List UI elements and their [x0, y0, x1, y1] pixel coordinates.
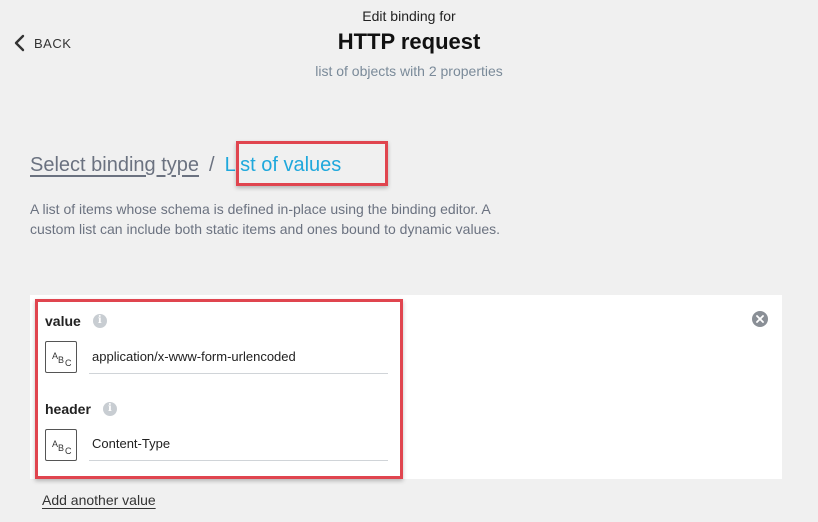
breadcrumb-separator: /: [209, 153, 215, 176]
remove-item-icon[interactable]: [752, 311, 768, 327]
breadcrumb-current: List of values: [224, 153, 342, 176]
header-field[interactable]: [89, 427, 388, 461]
field-label-text: value: [45, 313, 81, 329]
header: BACK Edit binding for HTTP request list …: [0, 0, 818, 100]
select-binding-type-link[interactable]: Select binding type: [30, 154, 199, 177]
value-field[interactable]: [89, 340, 388, 374]
add-another-value-link[interactable]: Add another value: [42, 492, 156, 508]
breadcrumb: Select binding type / List of values: [30, 150, 341, 180]
field-label-value: value i: [45, 313, 107, 329]
edit-binding-subtitle: Edit binding for: [362, 8, 456, 24]
field-label-header: header i: [45, 401, 117, 417]
info-icon[interactable]: i: [92, 314, 107, 328]
page-title: HTTP request: [337, 29, 481, 54]
text-type-icon[interactable]: A B C: [45, 341, 77, 373]
binding-description: A list of items whose schema is defined …: [30, 201, 501, 237]
info-icon[interactable]: i: [102, 402, 117, 416]
field-label-text: header: [45, 401, 91, 417]
binding-summary: list of objects with 2 properties: [315, 63, 503, 79]
text-type-icon[interactable]: A B C: [45, 429, 77, 461]
